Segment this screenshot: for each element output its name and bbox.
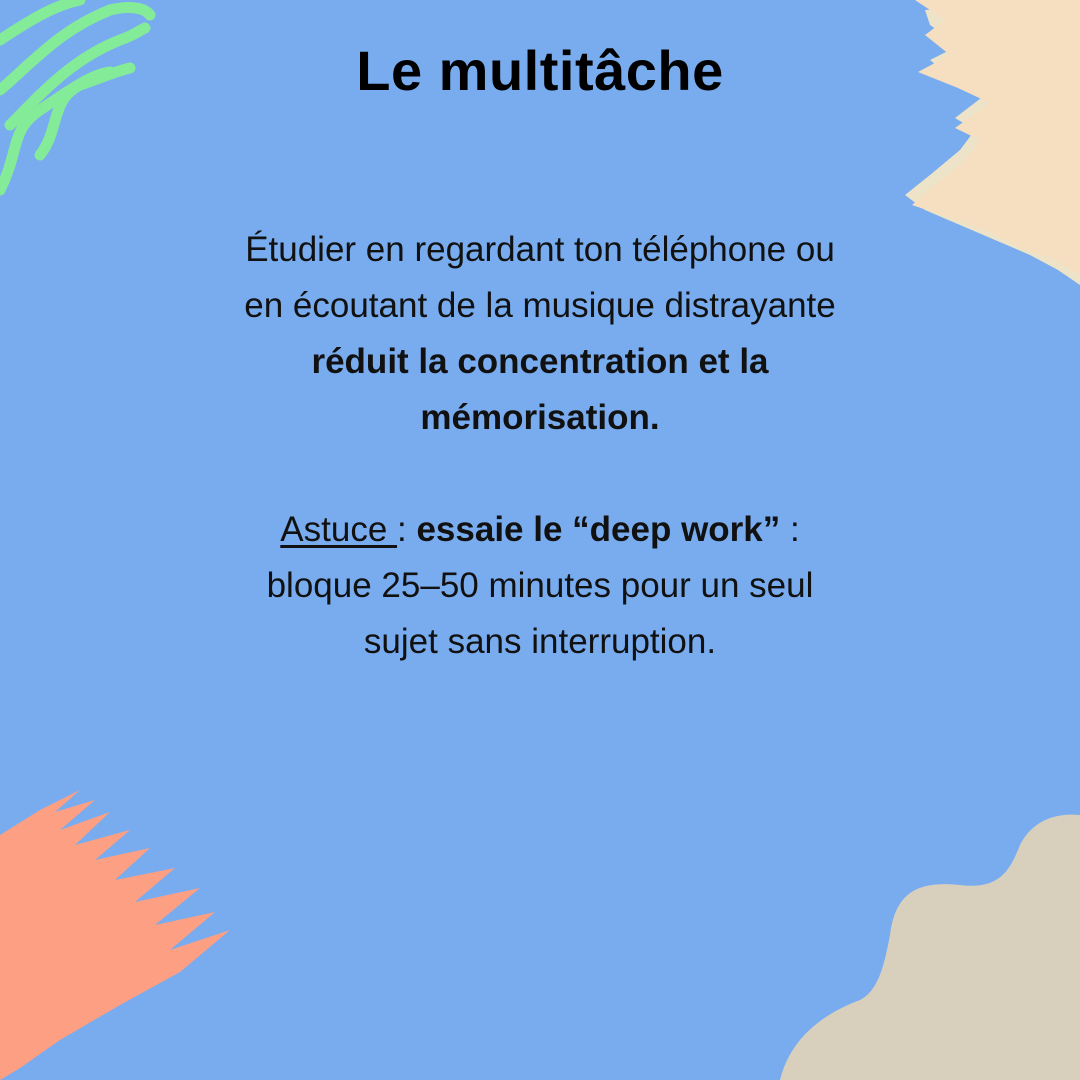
tip-label: Astuce [280,510,398,549]
page-title: Le multitâche [356,39,724,102]
tip-line-1: Astuce : essaie le “deep work” : [140,502,940,558]
paragraph-bold-line-2: mémorisation. [420,398,660,437]
main-text-block: Étudier en regardant ton téléphone ou en… [140,222,940,670]
paragraph-line-1: Étudier en regardant ton téléphone ou [245,230,835,269]
paragraph-line-2: en écoutant de la musique distrayante [244,286,836,325]
tip-separator: : [397,510,417,549]
paragraph-bold-line-1: réduit la concentration et la [311,342,769,381]
tip-bold-text: essaie le “deep work” [416,510,781,549]
tip-line-2: bloque 25–50 minutes pour un seul [266,566,814,605]
tip-colon: : [780,510,800,549]
slide-canvas: Le multitâche Étudier en regardant ton t… [0,0,1080,1080]
tip-line-3: sujet sans interruption. [363,622,717,661]
